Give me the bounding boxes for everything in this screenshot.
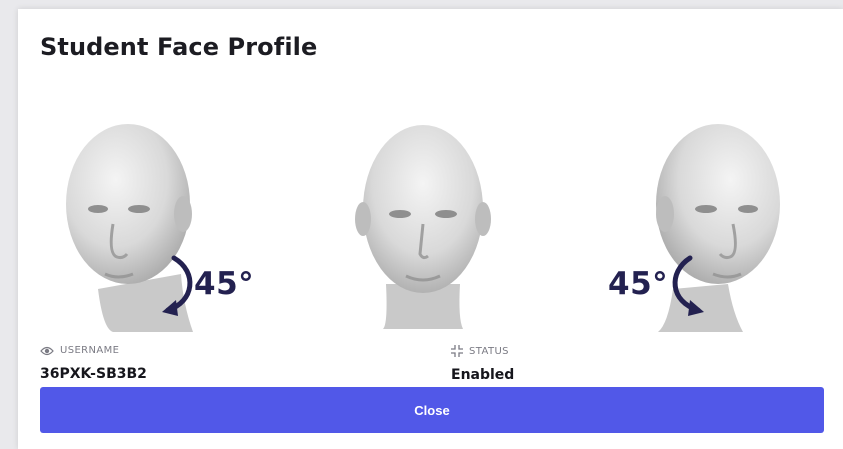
username-value: 36PXK-SB3B2 bbox=[40, 366, 147, 382]
username-field: USERNAME 36PXK-SB3B2 bbox=[40, 345, 147, 382]
eye-icon bbox=[40, 346, 54, 355]
angle-label-right: 45° bbox=[608, 266, 669, 302]
status-field: STATUS Enabled bbox=[451, 345, 514, 383]
angle-label-left: 45° bbox=[194, 266, 255, 302]
compress-icon bbox=[451, 345, 463, 357]
face-profile-modal: Student Face Profile 45° 45° USERNAME 36… bbox=[18, 9, 843, 449]
close-button[interactable]: Close bbox=[40, 387, 824, 433]
username-label: USERNAME bbox=[60, 345, 120, 356]
face-image-front bbox=[348, 114, 498, 334]
rotate-arrow-right-icon bbox=[672, 255, 704, 316]
status-value: Enabled bbox=[451, 367, 515, 383]
modal-title: Student Face Profile bbox=[40, 33, 318, 61]
status-label: STATUS bbox=[469, 345, 509, 357]
